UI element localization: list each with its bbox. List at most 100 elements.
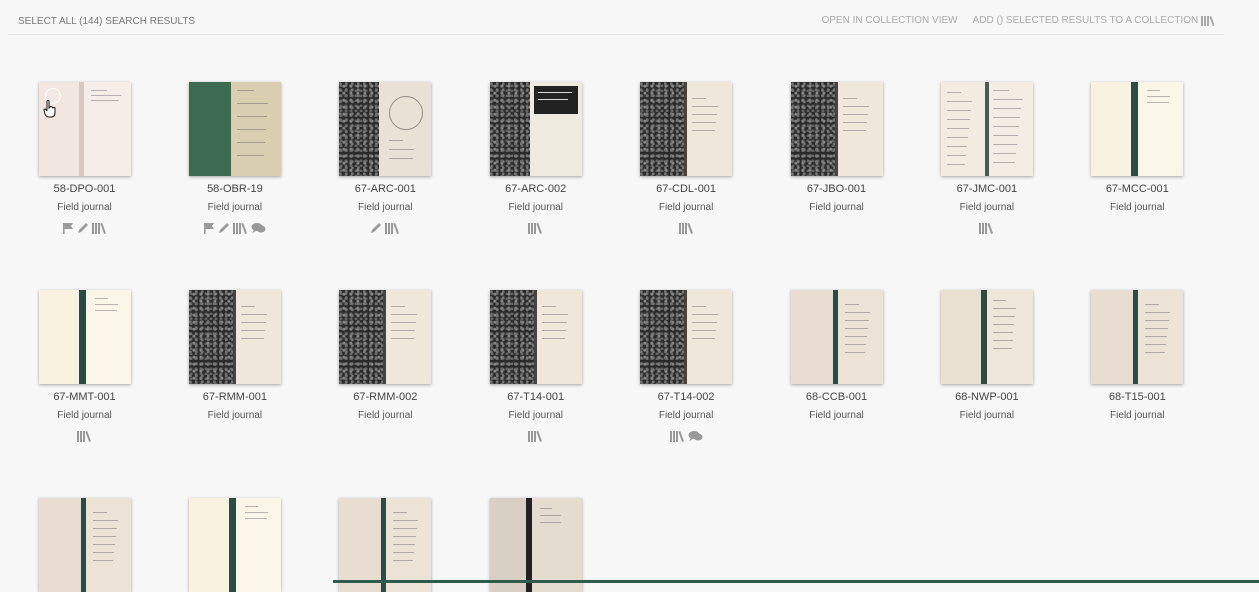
result-card[interactable]: 67-MMT-001 Field journal [9,290,160,444]
result-thumbnail[interactable] [489,82,582,176]
pencil-icon[interactable] [218,222,230,236]
handwriting-line [1147,102,1170,103]
result-thumbnail[interactable] [940,290,1033,384]
library-icon[interactable] [233,222,248,236]
result-card[interactable]: 67-JMC-001 Field journal [911,82,1062,236]
flag-icon[interactable] [62,222,74,236]
handwriting-line [1145,344,1167,345]
result-thumbnail[interactable] [640,290,733,384]
journal-cover [188,82,231,176]
result-id[interactable]: 67-T14-002 [611,390,762,404]
result-status-icons [761,430,912,444]
handwriting-line [992,348,1012,349]
handwriting-line [692,314,719,315]
result-thumbnail[interactable] [640,82,733,176]
result-thumbnail[interactable] [188,498,281,592]
result-id[interactable]: 67-RMM-001 [159,390,310,404]
select-all-link[interactable]: SELECT ALL (144) SEARCH RESULTS [18,16,195,27]
result-card[interactable] [9,498,160,592]
comment-icon[interactable] [688,430,703,444]
result-id[interactable]: 67-MCC-001 [1062,182,1213,196]
result-thumbnail[interactable] [188,82,281,176]
result-card[interactable] [159,498,310,592]
library-icon[interactable] [528,430,543,444]
result-card[interactable]: 67-T14-001 Field journal [460,290,611,444]
journal-page-left [940,82,985,176]
result-id[interactable]: 68-CCB-001 [761,390,912,404]
result-card[interactable]: 67-RMM-001 Field journal [159,290,310,444]
result-thumbnail[interactable] [188,290,281,384]
result-thumbnail[interactable] [489,290,582,384]
result-card[interactable]: 67-ARC-002 Field journal [460,82,611,236]
library-icon[interactable] [678,222,694,236]
comment-icon[interactable] [251,222,266,236]
result-type: Field journal [959,202,1015,213]
result-type: Field journal [809,202,864,213]
handwriting-line [1145,352,1166,353]
result-id[interactable]: 67-ARC-002 [460,182,611,196]
flag-icon[interactable] [203,222,215,236]
library-icon[interactable] [669,430,685,444]
result-card[interactable]: 67-RMM-002 Field journal [310,290,461,444]
result-id[interactable]: 68-T15-001 [1062,390,1213,404]
library-icon[interactable] [92,222,107,236]
library-icon[interactable] [528,222,543,236]
result-thumbnail[interactable] [38,82,131,176]
result-id[interactable]: 58-OBR-19 [159,182,310,196]
result-id[interactable]: 67-ARC-001 [310,182,461,196]
result-card[interactable]: 58-OBR-19 Field journal [159,82,310,236]
result-id[interactable]: 67-JMC-001 [911,182,1062,196]
journal-cover [489,290,534,384]
journal-page-right [531,498,582,592]
add-to-collection-link[interactable]: ADD () SELECTED RESULTS TO A COLLECTION [973,15,1216,26]
result-thumbnail[interactable] [1091,82,1184,176]
pencil-icon[interactable] [77,222,89,236]
result-id[interactable]: 67-JBO-001 [761,182,912,196]
result-thumbnail[interactable] [790,82,883,176]
result-card[interactable]: 67-T14-002 Field journal [611,290,762,444]
pencil-icon[interactable] [370,222,382,236]
result-thumbnail[interactable] [38,498,131,592]
result-id[interactable]: 67-RMM-002 [310,390,461,404]
result-card[interactable]: 58-DPO-001 Field journal [9,82,160,236]
library-icon [1201,15,1215,26]
handwriting-line [992,135,1018,136]
handwriting-line [844,336,867,337]
result-id[interactable]: 67-MMT-001 [9,390,160,404]
result-id[interactable]: 68-NWP-001 [911,390,1062,404]
handwriting-line [692,106,719,107]
result-card[interactable]: 68-NWP-001 Field journal [911,290,1062,444]
result-id[interactable]: 58-DPO-001 [9,182,160,196]
result-status-icons [911,430,1062,444]
handwriting-line [842,130,866,131]
result-thumbnail[interactable] [1091,290,1184,384]
result-card[interactable]: 68-T15-001 Field journal [1062,290,1213,444]
library-icon[interactable] [979,222,994,236]
result-thumbnail[interactable] [339,498,432,592]
result-thumbnail[interactable] [38,290,131,384]
result-thumbnail[interactable] [790,290,883,384]
handwriting-line [92,536,116,537]
result-card[interactable]: 67-MCC-001 Field journal [1062,82,1213,236]
open-collection-view-link[interactable]: OPEN IN COLLECTION VIEW [821,15,957,26]
result-card[interactable]: 68-CCB-001 Field journal [761,290,912,444]
handwriting-line [692,130,716,131]
result-card[interactable] [460,498,611,592]
result-thumbnail[interactable] [339,82,432,176]
result-card[interactable]: 67-JBO-001 Field journal [761,82,912,236]
result-id[interactable]: 67-T14-001 [460,390,611,404]
library-icon[interactable] [385,222,400,236]
result-thumbnail[interactable] [940,82,1033,176]
handwriting-line [541,330,566,331]
handwriting-line [946,155,966,156]
library-icon[interactable] [77,430,92,444]
result-thumbnail[interactable] [489,498,582,592]
handwriting-line [389,158,414,159]
result-card[interactable]: 67-CDL-001 Field journal [611,82,762,236]
handwriting-line [541,306,556,307]
result-id[interactable]: 67-CDL-001 [611,182,762,196]
result-type: Field journal [57,202,112,213]
result-thumbnail[interactable] [339,290,432,384]
result-card[interactable]: 67-ARC-001 Field journal [310,82,461,236]
result-card[interactable] [310,498,461,592]
